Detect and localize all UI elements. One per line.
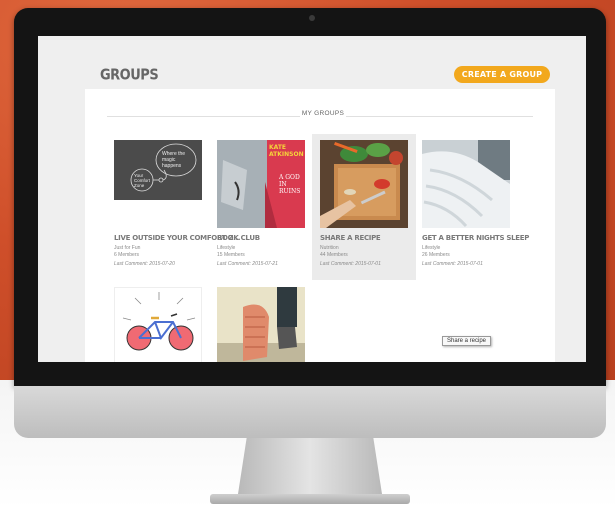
group-thumbnail [320,140,408,228]
page-title: GROUPS [100,66,159,85]
group-thumbnail [217,287,305,362]
group-card-running[interactable] [217,287,305,362]
group-members: 26 Members [422,252,450,258]
group-category: Nutrition [320,245,339,251]
camera-icon [309,15,315,21]
group-name[interactable]: SHARE A RECIPE [320,234,381,242]
group-last-comment: Last Comment: 2015-07-20 [114,261,175,267]
group-category: Lifestyle [217,245,236,251]
group-category: Just for Fun [114,245,141,251]
group-last-comment: Last Comment: 2015-07-01 [320,261,381,267]
monitor-stand-foot [210,494,410,504]
group-card-comfort-zone[interactable]: Where the magic happens Your Comfort Zon… [114,140,241,280]
section-title: MY GROUPS [300,110,346,117]
create-group-button[interactable]: CREATE A GROUP [454,66,550,83]
group-card-share-recipe[interactable]: SHARE A RECIPE Nutrition 44 Members Last… [312,134,416,280]
group-members: 44 Members [320,252,348,258]
group-last-comment: Last Comment: 2015-07-01 [422,261,483,267]
group-card-bicycle[interactable] [114,287,202,362]
group-category: Lifestyle [422,245,441,251]
group-card-better-sleep[interactable]: GET A BETTER NIGHTS SLEEP Lifestyle 26 M… [422,140,529,280]
tooltip: Share a recipe [442,336,492,346]
group-name[interactable]: BOOK CLUB [217,234,260,242]
group-thumbnail [114,287,202,362]
group-name[interactable]: GET A BETTER NIGHTS SLEEP [422,234,529,242]
groups-panel: MY GROUPS Where the magic happens Your C… [85,89,555,362]
book-title-name: A GOD IN RUINS [279,174,301,195]
group-card-book-club[interactable]: KATE ATKINSON A GOD IN RUINS BOOK CLUB L… [217,140,305,280]
image-caption-comfort: Your Comfort Zone [134,173,151,188]
monitor-stand-neck [238,438,382,494]
group-last-comment: Last Comment: 2015-07-21 [217,261,278,267]
group-members: 15 Members [217,252,245,258]
screen: GROUPS CREATE A GROUP MY GROUPS Where th… [38,36,586,362]
group-thumbnail [422,140,510,228]
book-title-author: KATE ATKINSON [269,144,304,158]
image-caption-magic: Where the magic happens [162,151,186,169]
monitor-chin [14,386,606,438]
group-thumbnail [114,140,202,200]
group-members: 6 Members [114,252,140,258]
